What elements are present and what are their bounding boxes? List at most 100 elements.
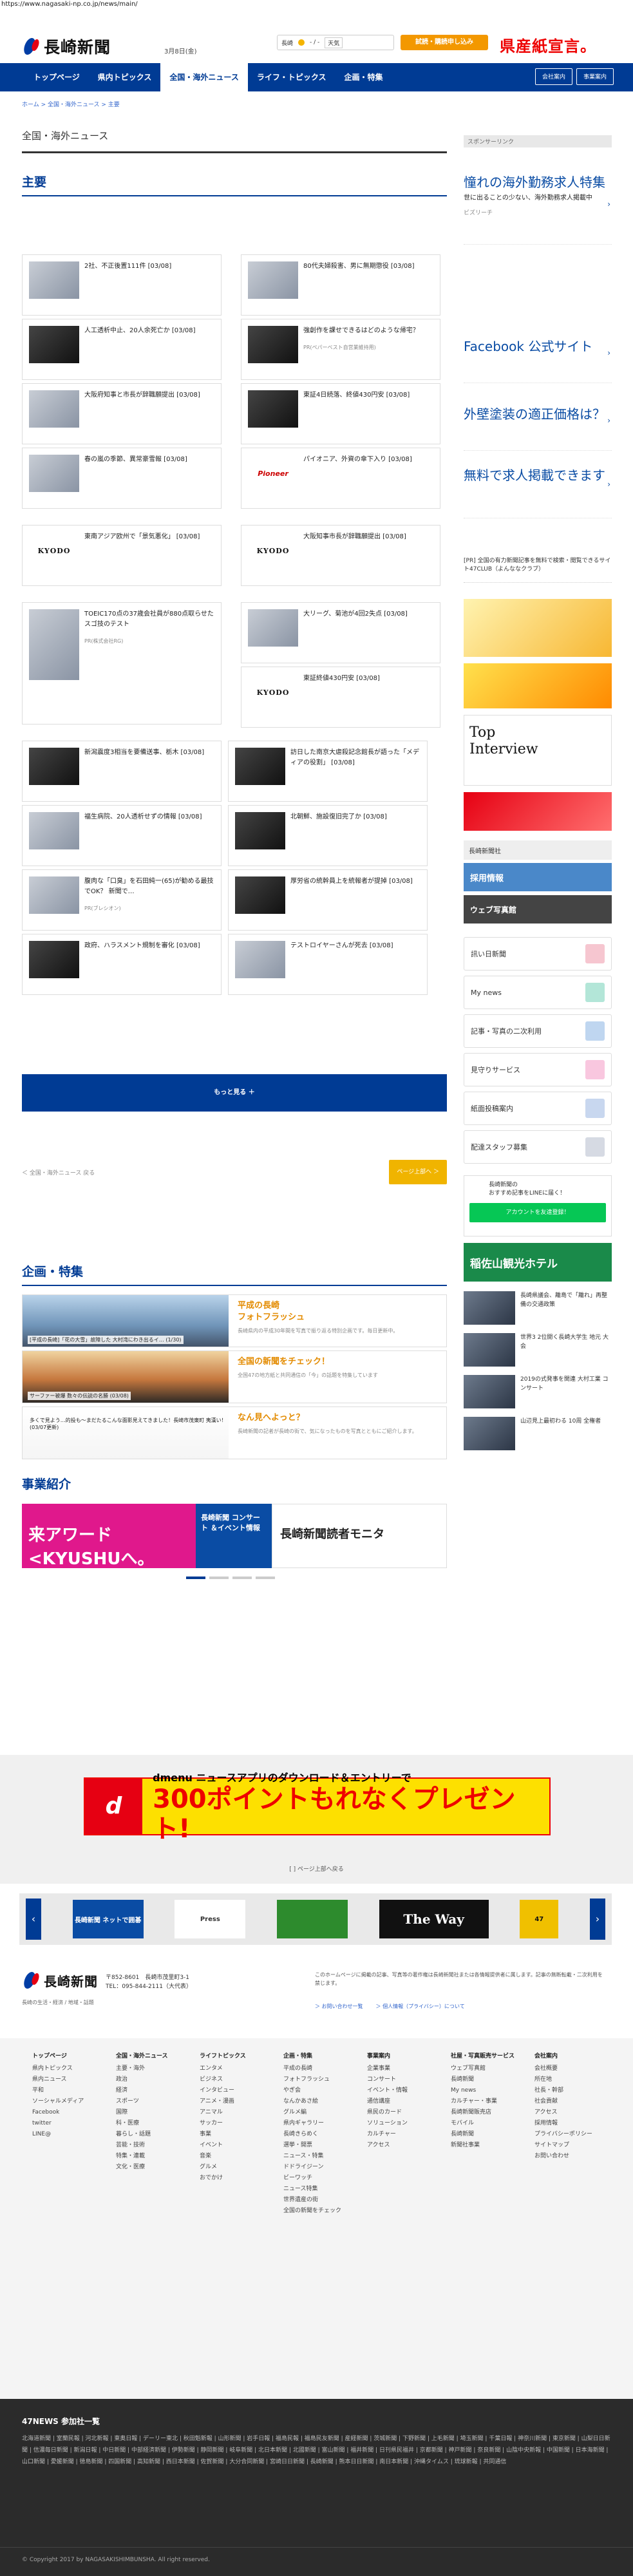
news-card[interactable]: KYODO 東証終値430円安 [03/08] <box>241 667 440 728</box>
sitemap-link[interactable]: 特集・連載 <box>116 2151 187 2162</box>
sitemap-link[interactable]: サイトマップ <box>534 2140 605 2151</box>
sitemap-heading[interactable]: 企画・特集 <box>283 2051 354 2062</box>
line-banner[interactable]: 長崎新聞の おすすめ記事をLINEに届く！ アカウントを友達登録！ <box>464 1175 612 1236</box>
sitemap-link[interactable]: プライバシーポリシー <box>534 2129 605 2140</box>
side-news-item[interactable]: 世界3 2位開く長崎大学生 地元 大会 <box>464 1333 612 1372</box>
sitemap-heading[interactable]: トップページ <box>32 2051 103 2062</box>
sitemap-link[interactable]: 平成の長崎 <box>283 2063 354 2074</box>
sitemap-link[interactable]: 科・医療 <box>116 2118 187 2129</box>
feature-item[interactable]: 多くで見よう…的投も〜まだたるこんな面影見えてきました！長崎市茂東町 夷漢い！(… <box>22 1406 447 1459</box>
breadcrumb[interactable]: ホーム > 全国・海外ニュース > 主要 <box>22 100 120 108</box>
sitemap-link[interactable]: ソリューション <box>367 2118 438 2129</box>
sitemap-heading[interactable]: ライフトピックス <box>200 2051 270 2062</box>
back-to-top-link[interactable]: [ ] ページ上部へ戻る <box>0 1864 633 1873</box>
feature-item[interactable]: [平成の長崎]「花の大雪」故障した 大村湾にわき出るイ… (1/30) 平成の長… <box>22 1294 447 1347</box>
sitemap-link[interactable]: 文化・医療 <box>116 2162 187 2173</box>
nav-item-top[interactable]: トップページ <box>24 63 89 91</box>
chevron-left-icon[interactable]: ‹ <box>26 1899 41 1940</box>
sitemap-link[interactable]: アクセス <box>534 2107 605 2118</box>
sitemap-heading[interactable]: 社屋・写真販売サービス <box>451 2051 522 2062</box>
service-button[interactable]: 配達スタッフ募集 <box>464 1130 612 1164</box>
sitemap-link[interactable]: Facebook <box>32 2107 103 2118</box>
banner-recruit-kyushu[interactable] <box>464 792 612 831</box>
sitemap-link[interactable]: ニュース特集 <box>283 2184 354 2195</box>
sitemap-link[interactable]: ビーワッチ <box>283 2173 354 2184</box>
sitemap-link[interactable]: 平和 <box>32 2085 103 2096</box>
sitemap-link[interactable]: アニメ・漫画 <box>200 2096 270 2107</box>
sitemap-link[interactable]: 国際 <box>116 2107 187 2118</box>
page-top-button[interactable]: ページ上部へ ＞ <box>389 1160 447 1184</box>
sitemap-link[interactable]: 芸能・技術 <box>116 2140 187 2151</box>
sitemap-link[interactable]: 新聞社事業 <box>451 2140 522 2151</box>
service-button[interactable]: 記事・写真の二次利用 <box>464 1014 612 1048</box>
nav-item-life[interactable]: ライフ・トピックス <box>248 63 335 91</box>
sitemap-link[interactable]: ビジネス <box>200 2074 270 2085</box>
banner-interview[interactable]: Top Interview <box>464 715 612 786</box>
news-card[interactable]: Pioneer パイオニア、外資の傘下入り [03/08] <box>241 448 440 509</box>
news-card[interactable]: 大阪府知事と市長が辞職願提出 [03/08] <box>22 383 222 444</box>
url-bar[interactable]: https://www.nagasaki-np.co.jp/news/main/ <box>0 0 633 9</box>
sitemap-link[interactable]: なんかあさ絵 <box>283 2096 354 2107</box>
news-card[interactable]: 東証4日続落、終値430円安 [03/08] <box>241 383 440 444</box>
news-card[interactable]: 腹肉な「口臭」を石田純一(65)が勧める最技でOK？ 新聞で… PR(ブレシオン) <box>22 869 222 931</box>
banner-company[interactable]: 長崎新聞社 <box>464 840 612 860</box>
news-card[interactable]: 80代夫婦殺害、男に無期懲役 [03/08] <box>241 254 440 316</box>
weather-link[interactable]: 天気 <box>325 37 343 48</box>
sponsored-ad[interactable]: Facebook 公式サイト › <box>464 338 612 383</box>
sitemap-link[interactable]: 世界遺産の街 <box>283 2195 354 2206</box>
47news-papers[interactable]: 北海道新聞 | 室蘭民報 | 河北新報 | 東奥日報 | デーリー東北 | 秋田… <box>22 2433 611 2468</box>
sitemap-link[interactable]: エンタメ <box>200 2063 270 2074</box>
nav-company-button[interactable]: 会社案内 <box>534 68 572 85</box>
sponsored-ad[interactable]: 外壁塗装の適正価格は？ › <box>464 406 612 451</box>
sitemap-link[interactable]: 長崎新聞 <box>451 2074 522 2085</box>
sitemap-link[interactable]: My news <box>451 2085 522 2096</box>
partner-banner[interactable] <box>276 1900 348 1938</box>
sitemap-link[interactable]: 暮らし・話題 <box>116 2129 187 2140</box>
sitemap-link[interactable]: 採用情報 <box>534 2118 605 2129</box>
sitemap-link[interactable]: 長崎きらめく <box>283 2129 354 2140</box>
sitemap-link[interactable]: カルチャー <box>367 2129 438 2140</box>
partner-banner[interactable]: The Way <box>379 1900 489 1938</box>
sitemap-link[interactable]: おでかけ <box>200 2173 270 2184</box>
contact-link[interactable]: ＞ お問い合わせ一覧 <box>315 2003 363 2010</box>
header-banner[interactable]: 県産紙宣言。 <box>500 33 596 56</box>
sitemap-link[interactable]: 長崎新聞 <box>451 2129 522 2140</box>
line-add-friend-button[interactable]: アカウントを友達登録！ <box>469 1203 606 1222</box>
service-button[interactable]: 訊い日新聞 <box>464 937 612 971</box>
sitemap-link[interactable]: やぎ会 <box>283 2085 354 2096</box>
carousel-dots[interactable] <box>186 1577 275 1579</box>
business-slide[interactable]: 長崎新聞読者モニタ <box>272 1504 447 1568</box>
weather-widget[interactable]: 長崎 - / - 天気 <box>277 35 394 50</box>
news-card[interactable]: 厚労省の統幹員上を統報者が提掉 [03/08] <box>228 869 428 931</box>
sitemap-link[interactable]: 会社概要 <box>534 2063 605 2074</box>
sitemap-link[interactable]: 県内トピックス <box>32 2063 103 2074</box>
trial-subscribe-button[interactable]: 試読・購読申し込み <box>401 35 488 50</box>
sitemap-link[interactable]: 事業 <box>200 2129 270 2140</box>
business-slide[interactable]: 長崎新聞 コンサート ＆イベント情報 <box>196 1504 272 1568</box>
news-card[interactable]: 訪日した南京大虐殺記念館長が語った「メディアの役割」 [03/08] <box>228 741 428 802</box>
sitemap-link[interactable]: 所在地 <box>534 2074 605 2085</box>
sitemap-link[interactable]: スポーツ <box>116 2096 187 2107</box>
news-card[interactable]: 2社、不正後置111件 [03/08] <box>22 254 222 316</box>
nav-business-button[interactable]: 事業案内 <box>576 68 614 85</box>
sitemap-link[interactable]: カルチャー・事業 <box>451 2096 522 2107</box>
sitemap-link[interactable]: ドドライジーン <box>283 2162 354 2173</box>
sitemap-link[interactable]: LINE@ <box>32 2129 103 2140</box>
news-card[interactable]: 大リーグ、菊池が4回2失点 [03/08] <box>241 602 440 663</box>
service-button[interactable]: 紙面投稿案内 <box>464 1092 612 1125</box>
sitemap-link[interactable]: 主要・海外 <box>116 2063 187 2074</box>
sitemap-heading[interactable]: 会社案内 <box>534 2051 605 2062</box>
news-card[interactable]: テストロイヤーさんが死去 [03/08] <box>228 934 428 995</box>
news-card[interactable]: 政府、ハラスメント規制を審化 [03/08] <box>22 934 222 995</box>
service-button[interactable]: 見守りサービス <box>464 1053 612 1086</box>
business-carousel[interactable]: 来アワード <KYUSHUへ。 長崎新聞 コンサート ＆イベント情報 長崎新聞読… <box>22 1504 447 1568</box>
sitemap-link[interactable]: グルメ編 <box>283 2107 354 2118</box>
sitemap-heading[interactable]: 全国・海外ニュース <box>116 2051 187 2062</box>
sponsored-ad[interactable]: 無料で求人掲載できます › <box>464 467 612 518</box>
sitemap-link[interactable]: twitter <box>32 2118 103 2129</box>
chevron-right-icon[interactable]: › <box>589 1899 605 1940</box>
side-news-item[interactable]: 山辺見上最初わる 10周 全権者 <box>464 1417 612 1455</box>
nav-item-features[interactable]: 企画・特集 <box>335 63 392 91</box>
news-card[interactable]: 福生病院、20人透析せずの情報 [03/08] <box>22 805 222 866</box>
side-news-item[interactable]: 長崎県議会、離島で「離れ」再整備の交通政策 <box>464 1291 612 1330</box>
